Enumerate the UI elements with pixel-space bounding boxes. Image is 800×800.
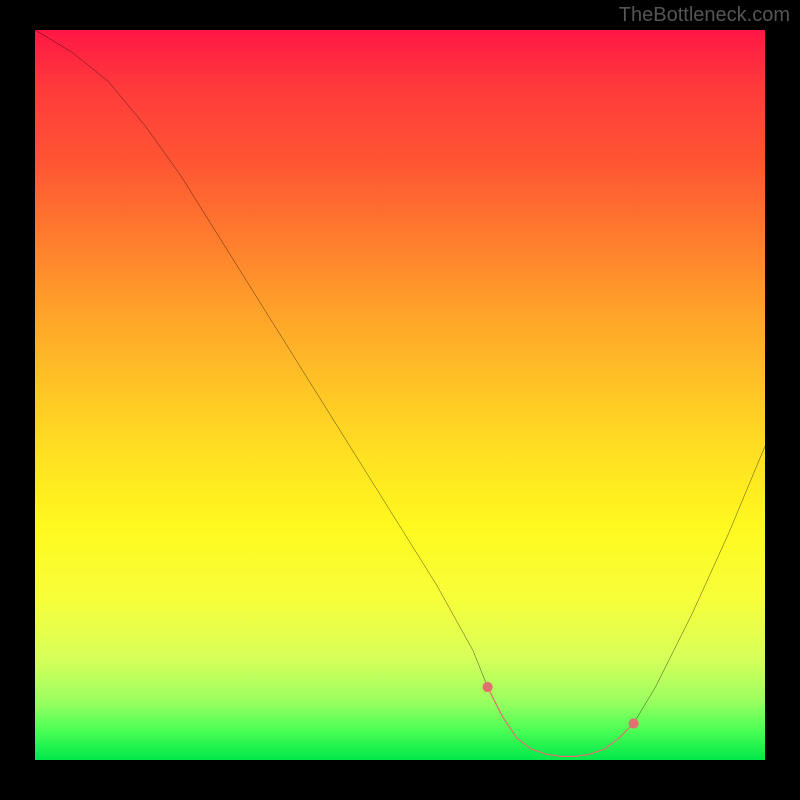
optimal-range-highlight xyxy=(488,687,634,756)
highlight-dot-left xyxy=(482,682,492,692)
highlight-svg xyxy=(35,30,765,760)
highlight-dot-right xyxy=(628,718,638,728)
watermark-text: TheBottleneck.com xyxy=(619,4,790,27)
plot-area xyxy=(35,30,765,760)
